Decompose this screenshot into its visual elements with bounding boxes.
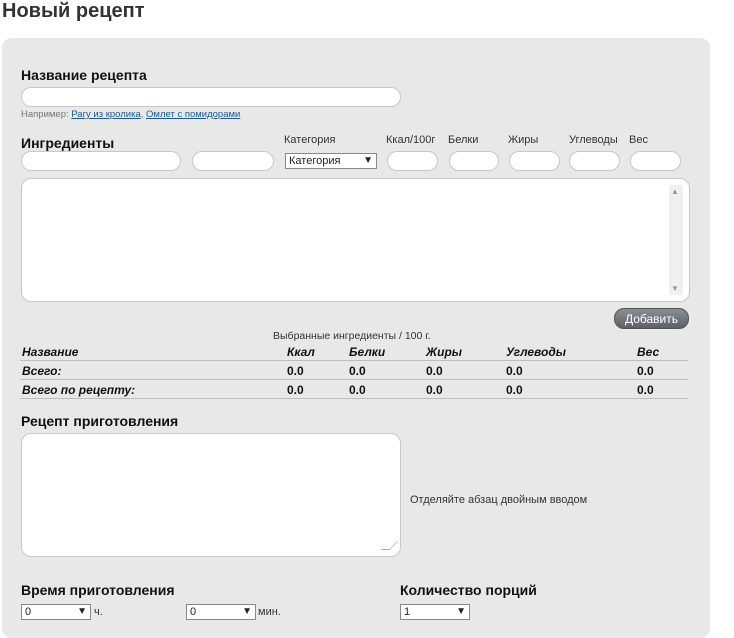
ingredients-label: Ингредиенты — [21, 135, 115, 151]
recipe-text-label: Рецепт приготовления — [21, 413, 179, 429]
hint-prefix: Например: — [21, 109, 69, 120]
column-fat-label: Жиры — [508, 134, 539, 146]
recipe-total-fat: 0.0 — [426, 383, 443, 397]
table-header-protein: Белки — [349, 345, 386, 359]
scroll-down-icon[interactable]: ▼ — [671, 284, 679, 293]
recipe-total-kcal: 0.0 — [287, 383, 304, 397]
servings-select[interactable]: 1 ▼ — [400, 604, 470, 620]
recipe-total-carbs: 0.0 — [506, 383, 523, 397]
scroll-up-icon[interactable]: ▲ — [671, 187, 679, 196]
table-row-recipe-total-label: Всего по рецепту: — [22, 383, 136, 397]
recipe-text-hint: Отделяйте абзац двойным вводом — [410, 494, 588, 506]
total-protein: 0.0 — [349, 364, 366, 378]
carbs-input[interactable] — [569, 151, 620, 171]
ingredient-list-box[interactable]: ▲ ▼ — [21, 178, 690, 302]
column-carbs-label: Углеводы — [569, 134, 618, 146]
servings-select-value: 1 — [404, 606, 411, 618]
recipe-total-protein: 0.0 — [349, 383, 366, 397]
resize-handle-icon[interactable] — [380, 541, 399, 550]
servings-label: Количество порций — [400, 582, 537, 598]
hint-separator: , — [140, 109, 144, 120]
table-divider — [20, 398, 688, 399]
category-select-value: Категория — [289, 155, 341, 167]
column-category-label: Категория — [284, 134, 336, 146]
example-link-rabbit-stew[interactable]: Рагу из кролика — [71, 109, 140, 120]
page-title: Новый рецепт — [2, 0, 145, 22]
total-weight: 0.0 — [637, 364, 654, 378]
cooking-time-label: Время приготовления — [21, 582, 175, 598]
ingredient-list-scrollbar[interactable]: ▲ ▼ — [669, 185, 683, 295]
table-header-kcal: Ккал — [287, 345, 315, 359]
table-row-total-label: Всего: — [22, 364, 62, 378]
minutes-select[interactable]: 0 ▼ — [186, 604, 256, 620]
recipe-name-label: Название рецепта — [21, 67, 147, 83]
category-select[interactable]: Категория ▼ — [285, 153, 377, 169]
chevron-down-icon: ▼ — [456, 606, 466, 617]
table-header-fat: Жиры — [426, 345, 463, 359]
recipe-name-hint: Например: Рагу из кролика, Омлет с помид… — [21, 109, 240, 120]
weight-input[interactable] — [630, 151, 681, 171]
protein-input[interactable] — [449, 151, 499, 171]
chevron-down-icon: ▼ — [77, 606, 87, 617]
total-kcal: 0.0 — [287, 364, 304, 378]
fat-input[interactable] — [509, 151, 560, 171]
recipe-name-input[interactable] — [21, 87, 401, 107]
recipe-text-area[interactable] — [21, 433, 401, 557]
total-carbs: 0.0 — [506, 364, 523, 378]
total-fat: 0.0 — [426, 364, 443, 378]
kcal-input[interactable] — [387, 151, 438, 171]
table-header-name: Название — [22, 345, 79, 359]
column-weight-label: Вес — [629, 134, 648, 146]
ingredient-name-input[interactable] — [192, 151, 274, 171]
chevron-down-icon: ▼ — [363, 155, 373, 166]
minutes-unit: мин. — [258, 606, 281, 618]
table-divider — [20, 379, 688, 380]
table-divider — [20, 360, 688, 361]
column-protein-label: Белки — [448, 134, 479, 146]
chevron-down-icon: ▼ — [242, 606, 252, 617]
recipe-total-weight: 0.0 — [637, 383, 654, 397]
add-ingredient-button[interactable]: Добавить — [614, 308, 689, 329]
hours-select-value: 0 — [25, 606, 32, 618]
hours-unit: ч. — [94, 606, 103, 618]
minutes-select-value: 0 — [190, 606, 197, 618]
example-link-tomato-omelet[interactable]: Омлет с помидорами — [146, 109, 240, 120]
table-header-carbs: Углеводы — [506, 345, 566, 359]
table-header-weight: Вес — [637, 345, 660, 359]
selected-table-caption: Выбранные ингредиенты / 100 г. — [273, 330, 431, 342]
hours-select[interactable]: 0 ▼ — [21, 604, 91, 620]
ingredient-search-input[interactable] — [21, 151, 181, 171]
column-kcal-label: Ккал/100г — [386, 134, 436, 146]
